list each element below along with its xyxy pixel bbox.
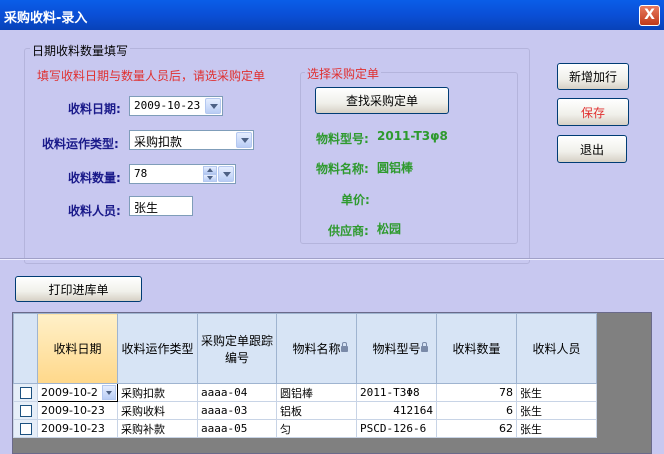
- qty-stepper[interactable]: 78: [129, 164, 236, 184]
- cell-type[interactable]: 采购补款: [117, 419, 198, 438]
- main-area: 日期收料数量填写 填写收料日期与数量人员后，请选采购定单 收料日期: 2009-…: [0, 30, 664, 454]
- separator: [0, 258, 664, 260]
- input-group-title: 日期收料数量填写: [30, 42, 131, 59]
- col-header-material-name[interactable]: 物料名称: [276, 313, 357, 384]
- supplier-value: 松园: [377, 222, 402, 236]
- col-header-order-no[interactable]: 采购定单跟踪编号: [197, 313, 277, 384]
- title-bar: 采购收料-录入 X: [0, 0, 664, 30]
- qty-value: 78: [134, 167, 148, 180]
- col-header-material-model-label: 物料型号: [372, 342, 421, 356]
- col-header-material-model[interactable]: 物料型号: [356, 313, 437, 384]
- chevron-down-icon[interactable]: [218, 166, 234, 182]
- data-grid[interactable]: 收料日期 收料运作类型 采购定单跟踪编号 物料名称 物料型号 收料数量 收料人员…: [12, 312, 652, 454]
- cell-material-name[interactable]: 圆铝棒: [276, 383, 357, 402]
- chevron-down-icon[interactable]: [236, 132, 252, 148]
- close-button[interactable]: X: [639, 5, 660, 26]
- col-header-type[interactable]: 收料运作类型: [117, 313, 198, 384]
- table-row[interactable]: 2009-10-23 采购补款 aaaa-05 匀 PSCD-126-6 62 张生: [13, 419, 597, 438]
- cell-material-name[interactable]: 匀: [276, 419, 357, 438]
- cell-type[interactable]: 采购收料: [117, 401, 198, 420]
- row-checkbox[interactable]: [19, 405, 32, 417]
- chevron-down-icon[interactable]: [102, 385, 116, 400]
- cell-material-model[interactable]: PSCD-126-6: [356, 419, 437, 438]
- type-label: 收料运作类型:: [42, 137, 119, 151]
- spin-up-icon[interactable]: [203, 166, 217, 174]
- print-button[interactable]: 打印进库单: [15, 276, 142, 302]
- date-value: 2009-10-23: [134, 99, 201, 112]
- lock-icon: [421, 342, 428, 352]
- date-label: 收料日期:: [68, 102, 121, 116]
- model-label: 物料型号:: [316, 132, 369, 146]
- order-group-title: 选择采购定单: [305, 65, 382, 82]
- grid-table: 收料日期 收料运作类型 采购定单跟踪编号 物料名称 物料型号 收料数量 收料人员…: [13, 313, 597, 438]
- row-header-corner: [13, 313, 38, 384]
- cell-date[interactable]: 2009-10-23: [37, 419, 118, 438]
- row-checkbox[interactable]: [19, 423, 32, 435]
- cell-person[interactable]: 张生: [516, 401, 597, 420]
- lock-icon: [341, 342, 348, 352]
- person-input[interactable]: 张生: [129, 196, 193, 216]
- name-label: 物料名称:: [316, 162, 369, 176]
- cell-order-no[interactable]: aaaa-04: [197, 383, 277, 402]
- name-value: 圆铝棒: [377, 161, 414, 175]
- cell-person[interactable]: 张生: [516, 383, 597, 402]
- row-checkbox-cell[interactable]: [13, 401, 38, 420]
- col-header-material-name-label: 物料名称: [292, 342, 341, 356]
- cell-order-no[interactable]: aaaa-03: [197, 401, 277, 420]
- spin-down-icon[interactable]: [203, 174, 217, 182]
- add-row-button[interactable]: 新增加行: [557, 63, 629, 90]
- table-row[interactable]: 2009-10-2 采购扣款 aaaa-04 圆铝棒 2011-T3Φ8 78 张生: [13, 383, 597, 402]
- cell-qty[interactable]: 62: [436, 419, 517, 438]
- col-header-date[interactable]: 收料日期: [37, 313, 118, 384]
- cell-material-model[interactable]: 2011-T3Φ8: [356, 383, 437, 402]
- spin-buttons[interactable]: [203, 166, 217, 182]
- person-label: 收料人员:: [68, 204, 121, 218]
- window-title: 采购收料-录入: [4, 11, 88, 26]
- cell-date[interactable]: 2009-10-23: [37, 401, 118, 420]
- cell-qty[interactable]: 6: [436, 401, 517, 420]
- chevron-down-icon[interactable]: [205, 98, 221, 114]
- cell-person[interactable]: 张生: [516, 419, 597, 438]
- cell-order-no[interactable]: aaaa-05: [197, 419, 277, 438]
- model-value: 2011-T3φ8: [377, 129, 448, 143]
- cell-material-model[interactable]: 412164: [356, 401, 437, 420]
- cell-type[interactable]: 采购扣款: [117, 383, 198, 402]
- row-checkbox-cell[interactable]: [13, 383, 38, 402]
- row-checkbox[interactable]: [19, 387, 32, 399]
- exit-button[interactable]: 退出: [557, 135, 627, 163]
- input-hint: 填写收料日期与数量人员后，请选采购定单: [37, 69, 266, 83]
- cell-qty[interactable]: 78: [436, 383, 517, 402]
- person-value: 张生: [134, 201, 159, 215]
- table-row[interactable]: 2009-10-23 采购收料 aaaa-03 铝板 412164 6 张生: [13, 401, 597, 420]
- save-button[interactable]: 保存: [557, 98, 629, 126]
- supplier-label: 供应商:: [328, 224, 369, 238]
- date-picker[interactable]: 2009-10-23: [129, 96, 223, 116]
- price-label: 单价:: [341, 193, 370, 207]
- row-checkbox-cell[interactable]: [13, 419, 38, 438]
- grid-header-row: 收料日期 收料运作类型 采购定单跟踪编号 物料名称 物料型号 收料数量 收料人员: [13, 313, 597, 384]
- col-header-person[interactable]: 收料人员: [516, 313, 597, 384]
- cell-material-name[interactable]: 铝板: [276, 401, 357, 420]
- cell-date[interactable]: 2009-10-2: [37, 383, 118, 402]
- type-value: 采购扣款: [134, 135, 183, 149]
- qty-label: 收料数量:: [68, 171, 121, 185]
- find-order-button[interactable]: 查找采购定单: [315, 87, 449, 114]
- col-header-qty[interactable]: 收料数量: [436, 313, 517, 384]
- type-select[interactable]: 采购扣款: [129, 130, 254, 150]
